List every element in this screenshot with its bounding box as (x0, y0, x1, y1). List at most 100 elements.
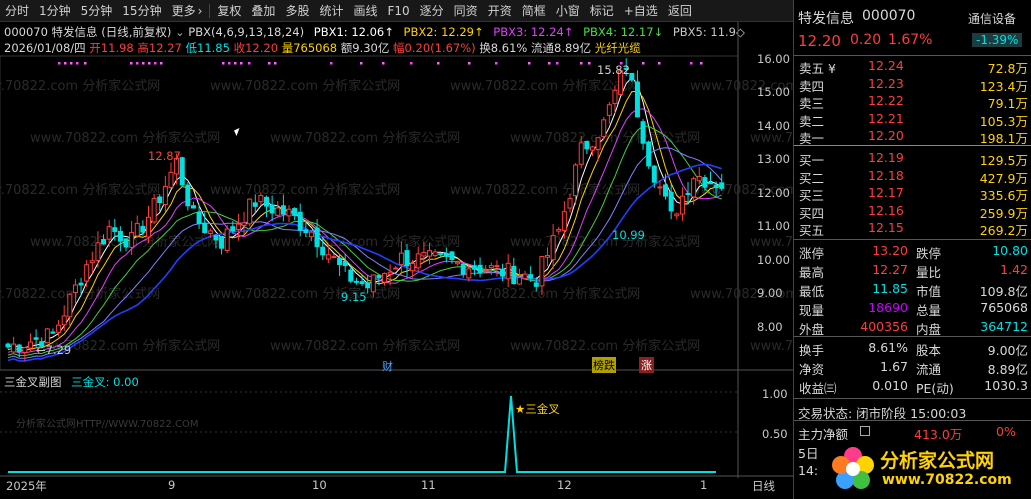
candle-body (573, 164, 579, 197)
stat-row[interactable]: 最低 11.85 市值 109.8亿 (794, 281, 1031, 299)
candle-body (22, 347, 28, 353)
ask-label: 卖三 (799, 96, 825, 111)
candle-body (213, 235, 219, 241)
date-range-label[interactable]: 5日 (798, 443, 818, 462)
stat-row[interactable]: 最高 12.27 量比 1.42 (794, 262, 1031, 280)
candle-body (264, 196, 270, 207)
candle-body (567, 198, 573, 209)
candle-body (651, 165, 657, 183)
candle-body (151, 198, 157, 223)
candle-body (674, 213, 680, 217)
candle-body (185, 184, 191, 207)
stat-row[interactable]: 收益㈢ 0.010 PE(动) 1030.3 (794, 378, 1031, 396)
peak-label: 15.82 (597, 63, 630, 77)
candle-body (16, 344, 22, 353)
candle-body (387, 271, 393, 275)
stock-chart-window: 分时 1分钟 5分钟 15分钟 更多 › 复权 叠加 多股 统计 画线 F10 逐… (0, 0, 1031, 499)
watermark-text: www.70822.com 分析家公式网 (450, 78, 640, 94)
period-label[interactable]: 日线 (752, 478, 775, 494)
signal-dot (240, 62, 243, 65)
stat-value: 9.00亿 (987, 343, 1028, 358)
candle-body (247, 198, 253, 225)
flower-logo-icon (832, 447, 874, 489)
stat-value: 109.8亿 (979, 284, 1028, 299)
candle-body (488, 265, 494, 269)
sanjincha-line (8, 395, 716, 473)
candle-body (668, 191, 674, 212)
candle-body (634, 81, 640, 118)
signal-dot (160, 62, 163, 65)
candle-body (528, 274, 534, 279)
candle-body (612, 89, 618, 104)
candle-body (252, 202, 258, 207)
candle-body (657, 186, 663, 189)
signal-dot (548, 62, 551, 65)
sub-chart-title[interactable]: 三金叉副图 (4, 375, 62, 389)
candle-body (410, 262, 416, 272)
signal-dot (136, 62, 139, 65)
stat-row[interactable]: 外盘 400356 内盘 364712 (794, 319, 1031, 337)
watermark-text: www.70822.com 分析家公式网 (450, 286, 640, 302)
candle-body (606, 104, 612, 116)
event-zhang[interactable]: 涨 (639, 357, 654, 373)
ask-row[interactable]: 卖二 12.21 105.3万 (794, 111, 1031, 129)
stat-label: 最低 (799, 284, 825, 299)
candle-body (275, 207, 281, 216)
candle-body (106, 226, 112, 240)
signal-dot (556, 62, 559, 65)
signal-dot (410, 62, 413, 65)
ask-row[interactable]: 卖三 12.22 79.1万 (794, 93, 1031, 111)
ma-line-18 (7, 147, 723, 359)
event-bang[interactable]: 榜跌 (592, 357, 616, 373)
signal-dot (58, 62, 61, 65)
candle-body (33, 337, 39, 340)
candle-body (297, 211, 303, 231)
start-low-label: ←7.29 (36, 343, 72, 357)
price-change-pct: 1.67% (888, 32, 933, 48)
sub-chart-series: 三金叉: 0.00 (71, 375, 139, 389)
bid-row[interactable]: 买五 12.15 269.2万 (794, 220, 1031, 238)
y-tick-14: 14.00 (757, 119, 790, 133)
candle-body (466, 268, 472, 279)
stat-label: 现量 (799, 303, 825, 318)
sub-chart-header: 三金叉副图 三金叉: 0.00 (4, 374, 139, 390)
candle-body (398, 252, 404, 266)
stat-row[interactable]: 换手 8.61% 股本 9.00亿 (794, 340, 1031, 358)
candle-body (67, 293, 73, 318)
bid-row[interactable]: 买三 12.17 335.6万 (794, 185, 1031, 203)
candle-body (280, 205, 286, 215)
y-tick-8: 8.00 (757, 320, 783, 334)
signal-dot (268, 62, 271, 65)
ask-row[interactable]: 卖一 12.20 198.1万 (794, 128, 1031, 146)
stat-row[interactable]: 涨停 13.20 跌停 10.80 (794, 243, 1031, 261)
signal-dot (248, 62, 251, 65)
candle-body (713, 184, 719, 189)
bid-row[interactable]: 买二 12.18 427.9万 (794, 168, 1031, 186)
stat-value: 10.80 (992, 243, 1028, 258)
candle-body (533, 282, 539, 287)
bid-row[interactable]: 买四 12.16 259.9万 (794, 203, 1031, 221)
candle-body (708, 182, 713, 185)
expand-icon[interactable] (860, 426, 870, 436)
stat-row[interactable]: 净资 1.67 流通 8.89亿 (794, 359, 1031, 377)
ask-row[interactable]: 卖四 12.23 123.4万 (794, 76, 1031, 94)
candle-body (393, 267, 399, 270)
ask-price: 12.20 (868, 128, 904, 143)
event-cai[interactable]: 财 (382, 358, 393, 374)
sector-name[interactable]: 通信设备 (968, 10, 1016, 27)
stat-row[interactable]: 现量 18690 总量 765068 (794, 300, 1031, 318)
bid-row[interactable]: 买一 12.19 129.5万 (794, 150, 1031, 168)
bid-volume: 269.2万 (979, 223, 1028, 238)
candle-body (168, 171, 174, 188)
signal-dot (700, 62, 703, 65)
bid-volume: 335.6万 (979, 188, 1028, 203)
candle-body (89, 260, 95, 264)
candle-body (550, 234, 556, 261)
stat-value: 765068 (980, 300, 1028, 315)
candle-body (477, 264, 483, 274)
candle-body (348, 269, 354, 282)
candle-body (129, 231, 135, 248)
ask-row[interactable]: 卖五 ¥ 12.24 72.8万 (794, 58, 1031, 76)
candle-body (679, 195, 685, 215)
x-tick-12: 12 (557, 478, 572, 492)
